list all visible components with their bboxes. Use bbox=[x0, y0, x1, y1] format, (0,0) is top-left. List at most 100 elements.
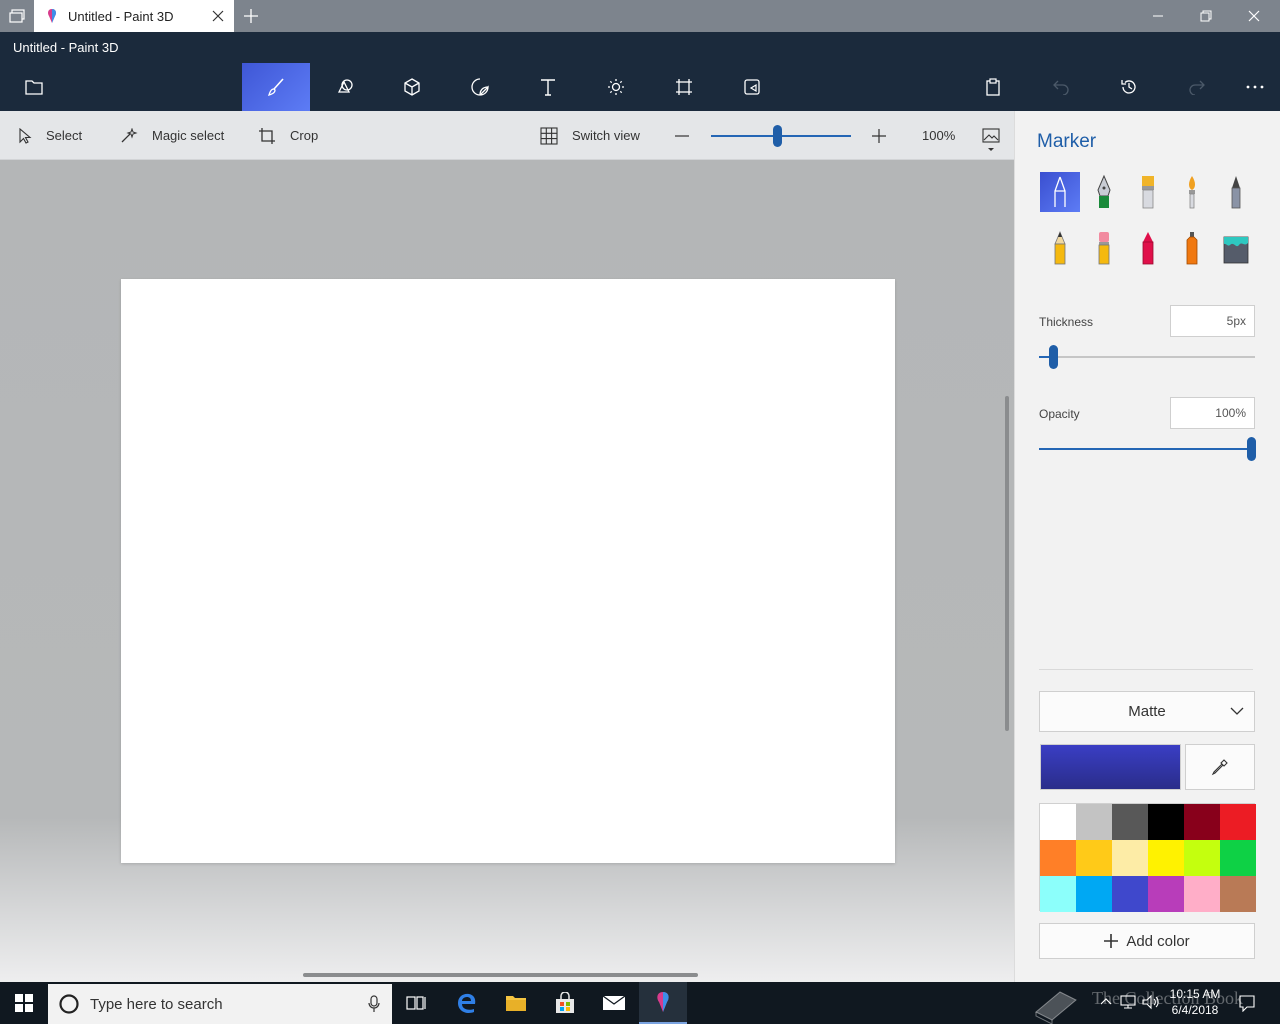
taskbar-mail[interactable] bbox=[590, 982, 638, 1024]
color-swatch[interactable] bbox=[1184, 840, 1220, 876]
start-button[interactable] bbox=[0, 982, 48, 1024]
add-color-button[interactable]: Add color bbox=[1039, 923, 1255, 959]
paste-button[interactable] bbox=[959, 63, 1027, 111]
2d-shapes-tool[interactable] bbox=[310, 63, 378, 111]
mail-icon bbox=[602, 995, 626, 1010]
history-button[interactable] bbox=[1095, 63, 1163, 111]
color-swatch[interactable] bbox=[1040, 804, 1076, 840]
new-tab-button[interactable] bbox=[238, 4, 264, 28]
watercolor-icon bbox=[1189, 176, 1195, 209]
pencil-icon bbox=[1054, 230, 1066, 265]
color-swatch[interactable] bbox=[1112, 804, 1148, 840]
crop-label: Crop bbox=[290, 128, 319, 143]
restore-button[interactable] bbox=[1182, 0, 1230, 32]
cube-icon bbox=[404, 78, 420, 96]
color-swatch[interactable] bbox=[1076, 876, 1112, 912]
pencil-brush[interactable] bbox=[1040, 228, 1080, 268]
taskbar-search[interactable]: Type here to search bbox=[48, 984, 392, 1024]
stickers-tool[interactable] bbox=[446, 63, 514, 111]
taskbar-paint3d[interactable] bbox=[639, 982, 687, 1024]
taskbar-file-explorer[interactable] bbox=[492, 982, 540, 1024]
calligraphy-pen-icon bbox=[1097, 174, 1111, 208]
color-swatch[interactable] bbox=[1076, 840, 1112, 876]
more-button[interactable] bbox=[1221, 63, 1280, 111]
current-color-swatch[interactable] bbox=[1040, 744, 1181, 790]
color-swatch[interactable] bbox=[1148, 804, 1184, 840]
zoom-in-button[interactable] bbox=[871, 128, 889, 144]
color-swatch[interactable] bbox=[1112, 840, 1148, 876]
opacity-slider-thumb[interactable] bbox=[1247, 437, 1256, 461]
crayon-brush[interactable] bbox=[1128, 228, 1168, 268]
thickness-input[interactable]: 5px bbox=[1170, 305, 1255, 337]
3d-shapes-tool[interactable] bbox=[378, 63, 446, 111]
finish-dropdown[interactable]: Matte bbox=[1039, 691, 1255, 732]
color-swatch[interactable] bbox=[1184, 876, 1220, 912]
oil-brush-icon bbox=[1142, 176, 1154, 209]
color-palette bbox=[1039, 803, 1256, 912]
minimize-button[interactable] bbox=[1134, 0, 1182, 32]
select-button[interactable]: Select bbox=[18, 111, 82, 160]
eyedropper-icon bbox=[1211, 759, 1228, 776]
microphone-icon[interactable] bbox=[368, 995, 380, 1013]
close-tab-icon[interactable] bbox=[210, 8, 226, 24]
undo-button[interactable] bbox=[1027, 63, 1095, 111]
color-swatch[interactable] bbox=[1148, 840, 1184, 876]
switch-view-button[interactable]: Switch view bbox=[540, 111, 640, 160]
color-swatch[interactable] bbox=[1220, 804, 1256, 840]
zoom-slider-thumb[interactable] bbox=[772, 125, 782, 147]
tab-title: Untitled - Paint 3D bbox=[68, 8, 174, 24]
3d-library-tool[interactable] bbox=[718, 63, 786, 111]
menu-button[interactable] bbox=[0, 63, 68, 111]
fill-brush[interactable] bbox=[1216, 228, 1256, 268]
opacity-input[interactable]: 100% bbox=[1170, 397, 1255, 429]
close-icon bbox=[1248, 10, 1260, 22]
app-title: Untitled - Paint 3D bbox=[13, 40, 119, 55]
pixel-pen-brush[interactable] bbox=[1216, 172, 1256, 212]
tab-untitled[interactable]: Untitled - Paint 3D bbox=[34, 0, 234, 32]
plus-icon bbox=[244, 9, 258, 23]
eyedropper-button[interactable] bbox=[1185, 744, 1255, 790]
horizontal-scrollbar[interactable] bbox=[303, 973, 698, 977]
taskbar-store[interactable] bbox=[541, 982, 589, 1024]
oil-brush[interactable] bbox=[1128, 172, 1168, 212]
brushes-tool[interactable] bbox=[242, 63, 310, 111]
view-options-button[interactable] bbox=[982, 127, 1002, 153]
chevron-down-icon bbox=[1230, 707, 1244, 715]
marker-brush[interactable] bbox=[1040, 172, 1080, 212]
task-view-button[interactable] bbox=[392, 982, 440, 1024]
canvas-tool[interactable] bbox=[650, 63, 718, 111]
zoom-out-button[interactable] bbox=[674, 128, 692, 144]
opacity-slider-fill bbox=[1039, 448, 1251, 450]
tab-switcher-button[interactable] bbox=[0, 0, 34, 32]
calligraphy-pen-brush[interactable] bbox=[1084, 172, 1124, 212]
image-icon bbox=[982, 128, 1000, 151]
paint3d-logo-icon bbox=[48, 9, 56, 23]
text-tool[interactable] bbox=[514, 63, 582, 111]
spray-can-brush[interactable] bbox=[1172, 228, 1212, 268]
taskbar-edge[interactable] bbox=[443, 982, 491, 1024]
thickness-slider-thumb[interactable] bbox=[1049, 345, 1059, 369]
minus-icon bbox=[675, 135, 689, 137]
drawing-canvas[interactable] bbox=[121, 279, 895, 863]
eraser-brush[interactable] bbox=[1084, 228, 1124, 268]
close-window-button[interactable] bbox=[1230, 0, 1278, 32]
color-swatch[interactable] bbox=[1112, 876, 1148, 912]
crop-button[interactable]: Crop bbox=[258, 111, 318, 160]
magic-select-button[interactable]: Magic select bbox=[120, 111, 224, 160]
pointer-icon bbox=[19, 127, 32, 144]
color-swatch[interactable] bbox=[1220, 876, 1256, 912]
grid-icon bbox=[540, 126, 558, 145]
thickness-slider[interactable] bbox=[1039, 356, 1255, 358]
color-swatch[interactable] bbox=[1076, 804, 1112, 840]
color-swatch[interactable] bbox=[1220, 840, 1256, 876]
watercolor-brush[interactable] bbox=[1172, 172, 1212, 212]
plus-icon bbox=[872, 129, 886, 143]
color-swatch[interactable] bbox=[1184, 804, 1220, 840]
color-swatch[interactable] bbox=[1040, 840, 1076, 876]
clock[interactable]: 10:15 AM 6/4/2018 bbox=[1162, 986, 1228, 1018]
color-swatch[interactable] bbox=[1040, 876, 1076, 912]
text-icon bbox=[541, 79, 555, 96]
color-swatch[interactable] bbox=[1148, 876, 1184, 912]
vertical-scrollbar[interactable] bbox=[1005, 396, 1009, 731]
effects-tool[interactable] bbox=[582, 63, 650, 111]
